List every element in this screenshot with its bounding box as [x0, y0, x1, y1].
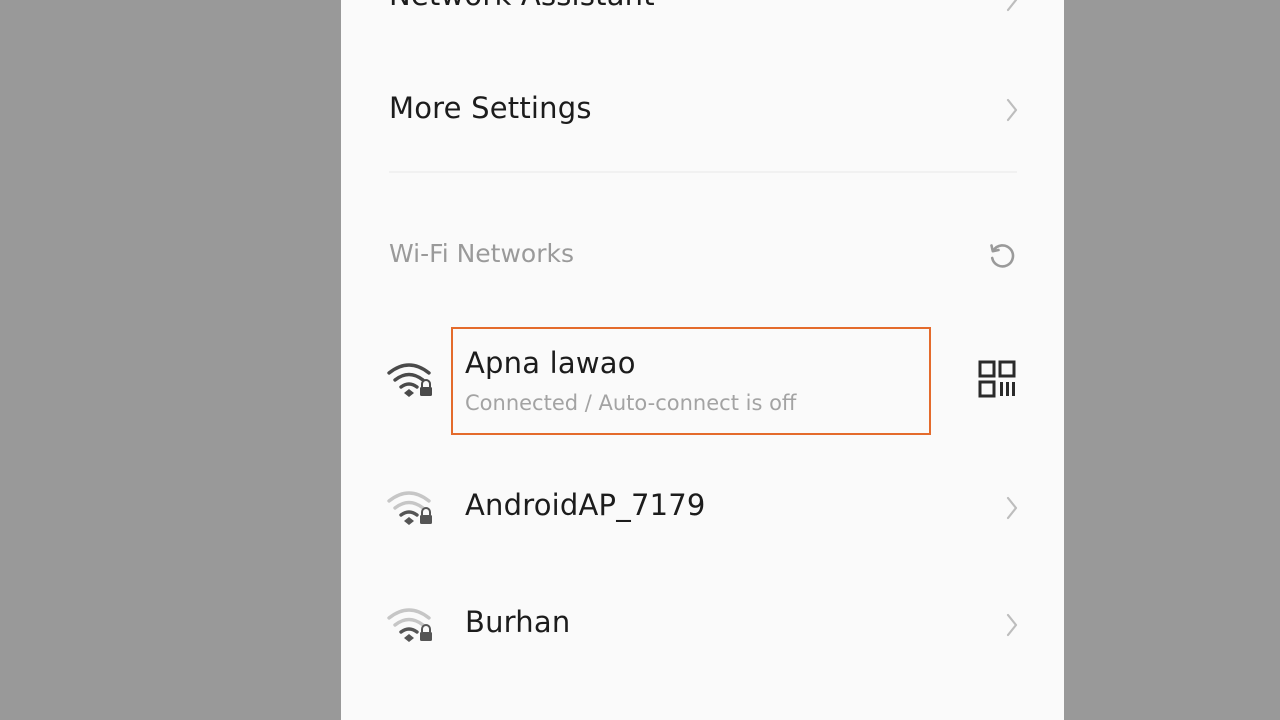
network-name: Burhan [465, 605, 571, 639]
wifi-settings-screen: Network Assistant More Settings Wi-Fi Ne… [341, 0, 1064, 720]
chevron-right-icon [1006, 98, 1018, 122]
qr-code-icon[interactable] [978, 360, 1018, 400]
chevron-right-icon[interactable] [1006, 496, 1018, 520]
wifi-signal-weak-icon [386, 605, 434, 645]
network-assistant-label: Network Assistant [389, 0, 655, 12]
wifi-networks-header: Wi-Fi Networks [389, 239, 574, 268]
more-settings-label: More Settings [389, 91, 592, 125]
refresh-icon[interactable] [984, 237, 1020, 273]
chevron-right-icon [1006, 0, 1018, 12]
section-divider [389, 171, 1017, 173]
wifi-signal-strong-icon [386, 360, 434, 400]
highlight-frame [451, 327, 931, 435]
wifi-signal-weak-icon [386, 488, 434, 528]
network-assistant-item[interactable]: Network Assistant [341, 0, 1064, 40]
network-item-burhan[interactable]: Burhan [341, 585, 1064, 665]
more-settings-item[interactable]: More Settings [341, 70, 1064, 150]
network-item-androidap[interactable]: AndroidAP_7179 [341, 468, 1064, 548]
network-name: AndroidAP_7179 [465, 488, 706, 522]
chevron-right-icon[interactable] [1006, 613, 1018, 637]
